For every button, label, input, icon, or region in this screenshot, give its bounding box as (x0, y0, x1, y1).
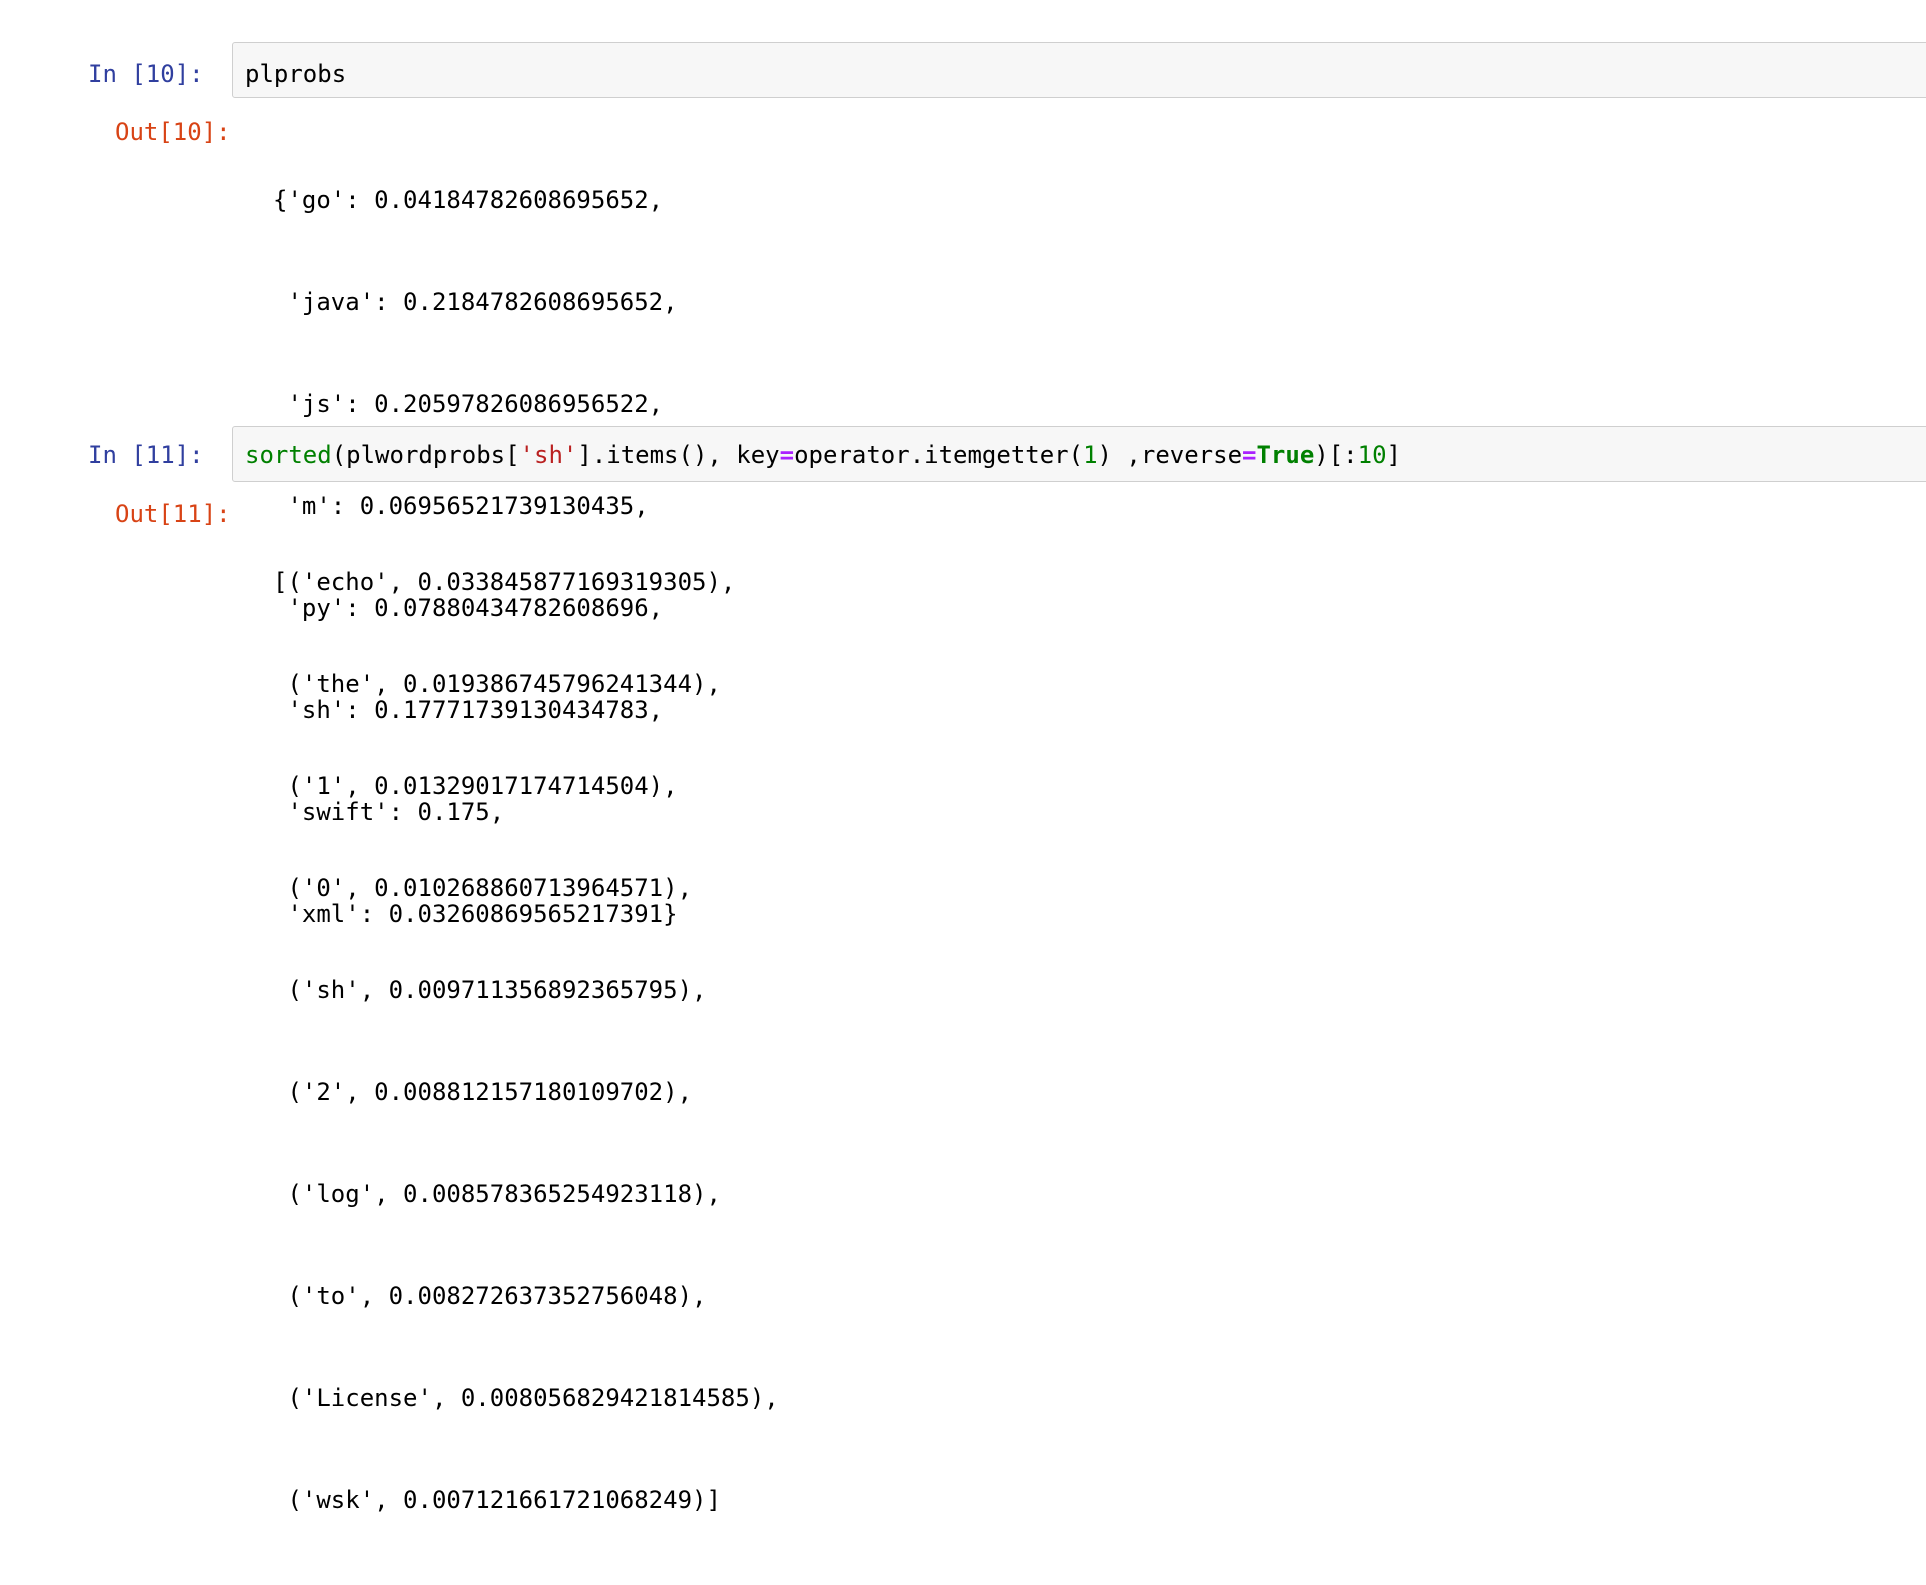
output-line: {'go': 0.04184782608695652, (273, 186, 664, 214)
code-cell-10[interactable]: In [10]: plprobs Out[10]: {'go': 0.04184… (0, 0, 1926, 928)
out-prompt: Out[11]: (115, 500, 231, 528)
code-token-plain: ) ,reverse (1097, 441, 1243, 469)
out-prompt: Out[10]: (115, 118, 231, 146)
code-token-plain: ].items(), key (577, 441, 780, 469)
code-token-num: 1 (1083, 441, 1098, 469)
code-token-kw: True (1256, 441, 1315, 469)
code-token-builtin: sorted (245, 441, 332, 469)
output-line: 'java': 0.2184782608695652, (273, 288, 678, 316)
code-token-op: = (1242, 441, 1257, 469)
code-input[interactable] (232, 42, 1926, 98)
cell-output: [('echo', 0.033845877169319305), ('the',… (273, 497, 779, 1585)
code-token-plain: )[: (1314, 441, 1358, 469)
output-line: [('echo', 0.033845877169319305), (273, 568, 736, 596)
code-input-text[interactable]: plprobs (245, 57, 346, 91)
code-token-num: 10 (1357, 441, 1387, 469)
output-line: ('1', 0.01329017174714504), (273, 772, 678, 800)
code-token-plain: operator.itemgetter( (794, 441, 1084, 469)
code-input-text[interactable]: sorted(plwordprobs['sh'].items(), key=op… (245, 438, 1401, 472)
output-line: ('the', 0.019386745796241344), (273, 670, 721, 698)
output-line: ('log', 0.008578365254923118), (273, 1180, 721, 1208)
output-line: ('sh', 0.009711356892365795), (273, 976, 707, 1004)
in-prompt: In [11]: (88, 441, 204, 469)
code-cell-11[interactable]: In [11]: sorted(plwordprobs['sh'].items(… (0, 400, 1926, 1514)
output-line: ('wsk', 0.007121661721068249)] (273, 1486, 721, 1514)
code-token-string: 'sh' (519, 441, 578, 469)
code-token-plain: (plwordprobs[ (331, 441, 520, 469)
output-line: ('0', 0.010268860713964571), (273, 874, 693, 902)
output-line: ('2', 0.008812157180109702), (273, 1078, 693, 1106)
output-line: ('to', 0.008272637352756048), (273, 1282, 707, 1310)
code-token-plain: plprobs (245, 60, 347, 88)
code-token-op: = (779, 441, 795, 469)
output-line: ('License', 0.008056829421814585), (273, 1384, 779, 1412)
in-prompt: In [10]: (88, 60, 204, 88)
code-token-plain: ] (1386, 441, 1401, 469)
